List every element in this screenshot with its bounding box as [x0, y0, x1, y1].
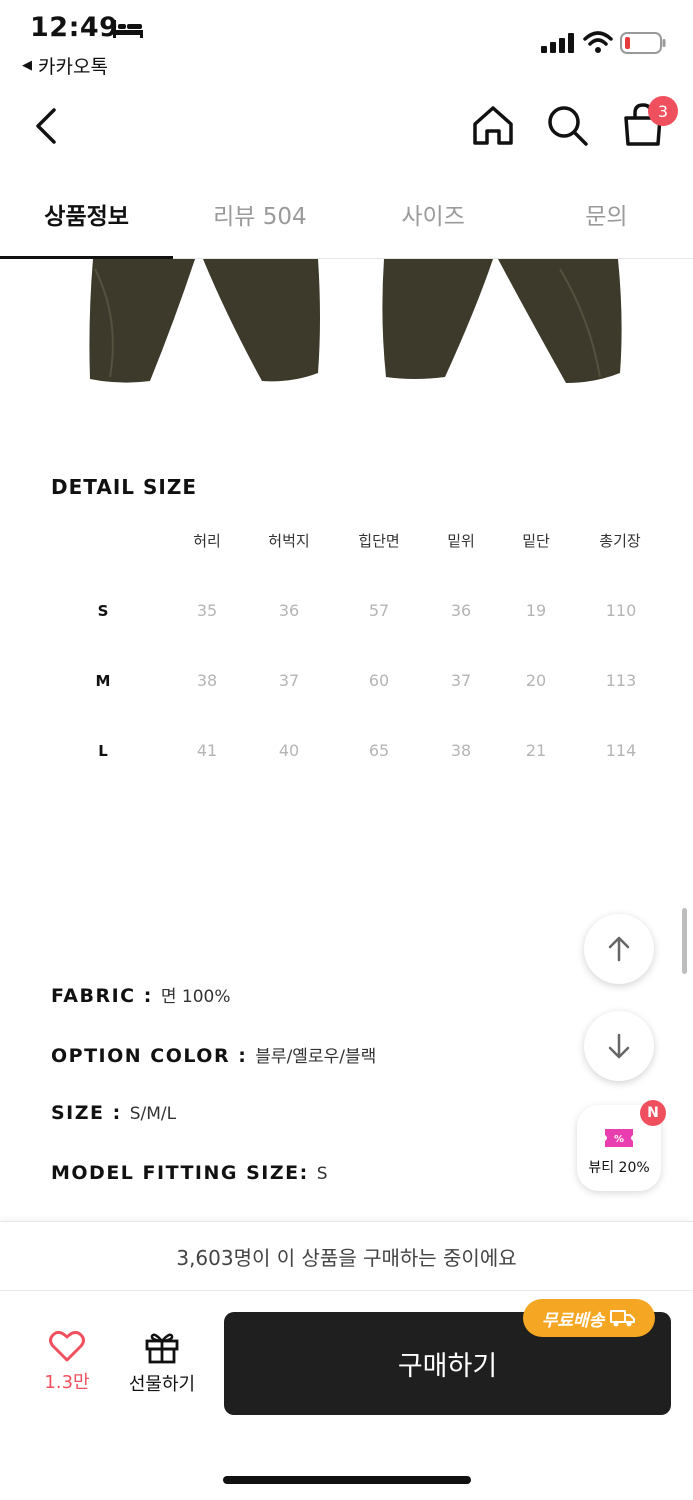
size-cell: 36 [450, 601, 472, 620]
svg-text:%: % [614, 1134, 624, 1145]
size-key: SIZE : [51, 1102, 122, 1124]
free-shipping-badge: 무료배송 [523, 1299, 655, 1337]
col-header-thigh: 허벅지 [268, 532, 310, 550]
fabric-key: FABRIC : [51, 985, 153, 1007]
heart-icon [49, 1330, 85, 1362]
product-tabs: 상품정보 리뷰 504 사이즈 문의 [0, 170, 693, 259]
cellular-signal-icon [541, 33, 574, 53]
size-cell: 38 [450, 741, 472, 760]
size-cell: 40 [278, 741, 300, 760]
scroll-up-button[interactable] [584, 914, 654, 984]
size-cell: 110 [605, 601, 637, 620]
size-cell: 37 [450, 671, 472, 690]
gift-button[interactable]: 선물하기 [120, 1330, 204, 1402]
size-cell: 41 [196, 741, 218, 760]
product-image [89, 259, 622, 383]
row-label-m: M [95, 672, 111, 690]
new-badge: N [640, 1100, 666, 1126]
model-fitting-key: MODEL FITTING SIZE: [51, 1162, 309, 1184]
tab-size[interactable]: 사이즈 [347, 170, 520, 258]
coupon-icon: % [605, 1129, 633, 1147]
col-header-waist: 허리 [193, 532, 221, 550]
back-app-label: 카카오톡 [38, 56, 108, 78]
fabric-value: 면 100% [160, 987, 231, 1007]
col-header-length: 총기장 [599, 532, 641, 550]
size-cell: 38 [196, 671, 218, 690]
tab-product-info[interactable]: 상품정보 [0, 170, 174, 259]
size-cell: 36 [278, 601, 300, 620]
size-cell: 21 [525, 741, 547, 760]
back-button[interactable] [28, 104, 64, 148]
col-header-rise: 밑위 [447, 532, 475, 550]
fabric-row: FABRIC : 면 100% [51, 982, 231, 1007]
option-color-value: 블루/옐로우/블랙 [255, 1047, 377, 1067]
battery-icon [620, 32, 666, 54]
row-label-s: S [97, 602, 109, 620]
row-label-l: L [98, 742, 108, 760]
model-fitting-row: MODEL FITTING SIZE: S [51, 1162, 328, 1184]
size-cell: 57 [368, 601, 390, 620]
bed-icon [113, 20, 143, 38]
model-fitting-value: S [316, 1164, 328, 1184]
gift-icon [145, 1333, 179, 1364]
size-value: S/M/L [129, 1104, 177, 1124]
size-cell: 113 [605, 671, 637, 690]
scroll-down-button[interactable] [584, 1011, 654, 1081]
tab-reviews[interactable]: 리뷰 504 [173, 170, 346, 258]
like-button[interactable]: 1.3만 [36, 1330, 98, 1402]
status-time: 12:49 [30, 12, 119, 43]
cart-count-badge: 3 [648, 96, 678, 126]
home-icon[interactable] [470, 103, 516, 149]
truck-icon [610, 1310, 636, 1327]
size-cell: 60 [368, 671, 390, 690]
back-triangle-icon: ◀ [22, 58, 32, 73]
size-row: SIZE : S/M/L [51, 1102, 176, 1124]
like-count: 1.3만 [44, 1372, 90, 1393]
size-cell: 37 [278, 671, 300, 690]
search-icon[interactable] [544, 102, 590, 148]
detail-size-title: DETAIL SIZE [51, 475, 197, 499]
option-color-row: OPTION COLOR : 블루/옐로우/블랙 [51, 1042, 376, 1067]
wifi-icon [583, 31, 613, 53]
arrow-down-icon [608, 1033, 630, 1059]
col-header-hem: 밑단 [522, 532, 550, 550]
home-indicator[interactable] [223, 1476, 471, 1484]
size-cell: 19 [525, 601, 547, 620]
size-cell: 20 [525, 671, 547, 690]
back-to-app-link[interactable]: ◀ 카카오톡 [22, 52, 108, 79]
beauty-coupon-label: 뷰티 20% [588, 1160, 650, 1176]
size-cell: 35 [196, 601, 218, 620]
free-shipping-label: 무료배송 [541, 1310, 605, 1331]
tab-inquiry[interactable]: 문의 [520, 170, 693, 258]
gift-label: 선물하기 [128, 1374, 196, 1395]
arrow-up-icon [608, 936, 630, 962]
col-header-hip: 힙단면 [358, 532, 400, 550]
purchase-count-banner: 3,603명이 이 상품을 구매하는 중이에요 [0, 1221, 693, 1291]
option-color-key: OPTION COLOR : [51, 1045, 248, 1067]
scrollbar[interactable] [682, 908, 687, 974]
size-cell: 65 [368, 741, 390, 760]
size-cell: 114 [605, 741, 637, 760]
